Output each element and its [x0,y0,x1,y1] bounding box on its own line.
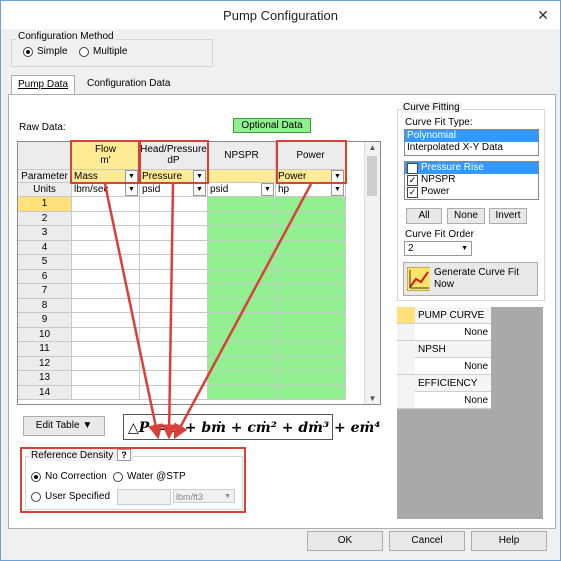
invert-selection-button[interactable]: Invert [489,208,527,224]
curve-item-pressure-rise-label: Pressure Rise [421,162,484,173]
generate-curve-fit-button[interactable]: Generate Curve Fit Now [403,262,538,296]
curve-result-selector[interactable] [397,307,415,324]
help-button[interactable]: Help [471,531,547,551]
arrow-flow-to-formula [103,183,163,440]
chevron-down-icon: ▼ [461,245,468,252]
curve-fit-order-label: Curve Fit Order [405,229,474,240]
checkbox-checked-icon[interactable]: ✓ [407,175,418,186]
fit-type-interpolated[interactable]: Interpolated X-Y Data [405,142,538,154]
curve-result-name-1: NPSH [415,341,491,358]
curve-item-npspr[interactable]: ✓ NPSPR [405,174,538,186]
cancel-button[interactable]: Cancel [389,531,465,551]
pump-configuration-window: Pump Configuration ✕ Configuration Metho… [0,0,561,561]
curve-selection-list[interactable]: ✓ Pressure Rise ✓ NPSPR ✓ Power [404,161,539,200]
generate-curve-fit-label: Generate Curve Fit Now [433,267,519,290]
curve-result-selector[interactable] [397,375,415,409]
curve-result-value-0: None [415,324,491,341]
chart-icon [407,267,430,291]
curve-result-value-2: None [415,392,491,409]
curve-fitting-title: Curve Fitting [401,102,462,113]
curve-item-pressure-rise[interactable]: ✓ Pressure Rise [405,162,538,174]
fit-type-polynomial[interactable]: Polynomial [405,130,538,142]
arrow-power-to-formula [173,183,313,440]
curve-fit-type-list[interactable]: Polynomial Interpolated X-Y Data [404,129,539,156]
curve-fit-order-value: 2 [408,243,414,254]
curve-result-value-1: None [415,358,491,375]
curve-result-name-0: PUMP CURVE [415,307,491,324]
curve-item-npspr-label: NPSPR [421,174,456,185]
checkbox-checked-icon[interactable]: ✓ [407,187,418,198]
curve-fit-type-label: Curve Fit Type: [405,117,473,128]
checkbox-checked-icon[interactable]: ✓ [407,163,418,174]
curve-result-selector[interactable] [397,341,415,375]
select-all-button[interactable]: All [406,208,442,224]
curve-fit-order-select[interactable]: 2 ▼ [404,241,472,256]
select-none-button[interactable]: None [447,208,485,224]
arrow-pressure-to-formula [161,183,177,440]
curve-results-grid: PUMP CURVE None NPSH None EFFICIENCY Non… [397,307,543,519]
ok-button[interactable]: OK [307,531,383,551]
curve-item-power[interactable]: ✓ Power [405,186,538,198]
curve-result-name-2: EFFICIENCY [415,375,491,392]
curve-result-selector[interactable] [397,324,415,341]
curve-item-power-label: Power [421,186,450,197]
